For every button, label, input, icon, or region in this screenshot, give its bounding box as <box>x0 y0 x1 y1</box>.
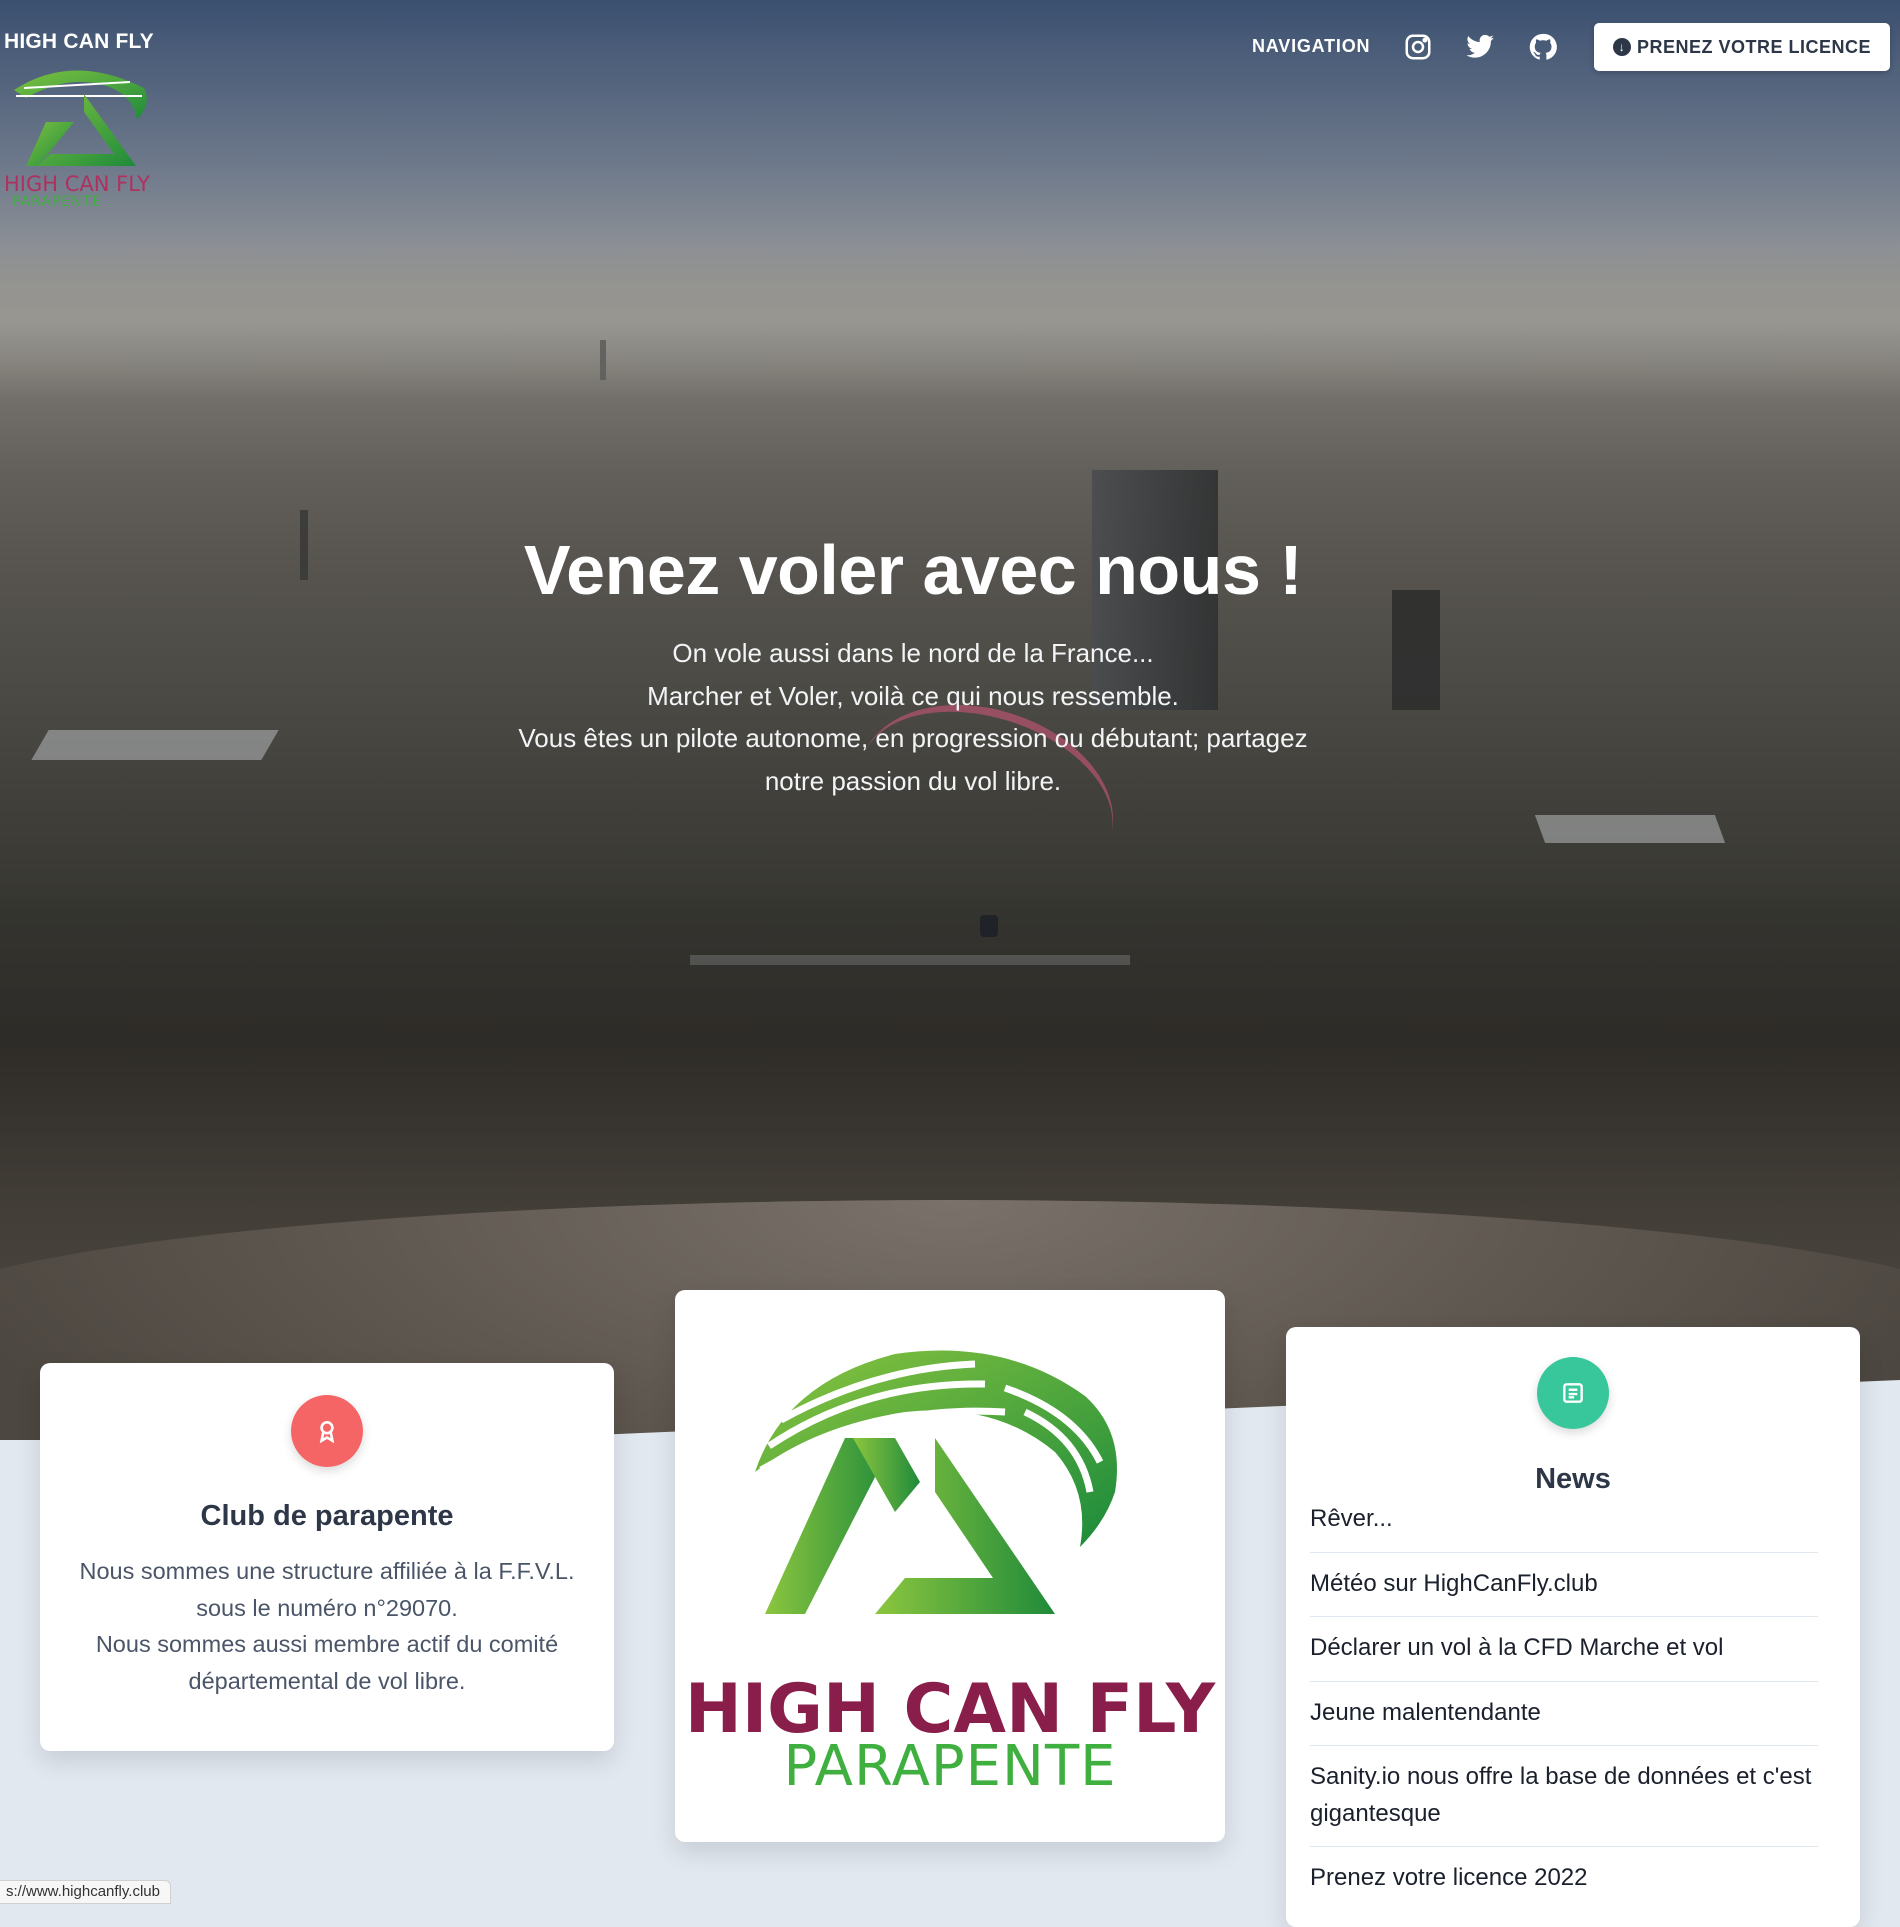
paraglider-pilot <box>980 915 998 937</box>
award-icon <box>291 1395 363 1467</box>
news-item[interactable]: Prenez votre licence 2022 <box>1310 1860 1818 1911</box>
hero-line: Marcher et Voler, voilà ce qui nous ress… <box>647 680 1179 711</box>
factory-roof <box>31 730 279 760</box>
news-item[interactable]: Sanity.io nous offre la base de données … <box>1310 1759 1818 1847</box>
club-card-line: départemental de vol libre. <box>188 1667 466 1694</box>
news-card-title: News <box>1535 1463 1611 1495</box>
news-item[interactable]: Jeune malentendante <box>1310 1695 1818 1746</box>
hero-title: Venez voler avec nous ! <box>523 531 1303 609</box>
news-item[interactable]: Déclarer un vol à la CFD Marche et vol <box>1310 1630 1818 1682</box>
club-card-line: sous le numéro n°29070. <box>196 1594 458 1621</box>
brand-name[interactable]: HIGH CAN FLY <box>4 30 154 54</box>
club-card-text: Nous sommes une structure affiliée à la … <box>60 1553 594 1699</box>
header-logo-subtitle: PARAPENTE <box>12 194 103 210</box>
instagram-icon[interactable] <box>1403 32 1433 62</box>
twitter-icon[interactable] <box>1465 32 1495 62</box>
club-card-line: Nous sommes une structure affiliée à la … <box>79 1558 575 1584</box>
hero-line: notre passion du vol libre. <box>764 765 1062 796</box>
status-bar-url: s://www.highcanfly.club <box>0 1880 171 1904</box>
hero-haze <box>0 240 1900 400</box>
factory-roof <box>1534 815 1726 843</box>
hero-line: Vous êtes un pilote autonome, en progres… <box>518 723 1308 753</box>
news-list: Rêver... Météo sur HighCanFly.club Décla… <box>1310 1501 1818 1924</box>
download-circle-icon: ↓ <box>1612 38 1631 56</box>
club-card-line: Nous sommes aussi membre actif du comité <box>95 1631 559 1657</box>
club-card: Club de parapente Nous sommes une struct… <box>40 1363 614 1751</box>
distant-chimney <box>600 340 606 380</box>
github-icon[interactable] <box>1528 32 1558 62</box>
header-logo-title: HIGH CAN FLY <box>4 172 150 196</box>
newspaper-icon <box>1537 1357 1609 1429</box>
news-item[interactable]: Météo sur HighCanFly.club <box>1310 1566 1818 1617</box>
logo-card: HIGH CAN FLY PARAPENTE <box>675 1290 1225 1842</box>
hero-line: On vole aussi dans le nord de la France.… <box>672 638 1154 668</box>
news-card: News Rêver... Météo sur HighCanFly.club … <box>1286 1327 1860 1927</box>
news-item[interactable]: Rêver... <box>1310 1501 1818 1553</box>
license-cta-label: PRENEZ VOTRE LICENCE <box>1636 36 1872 57</box>
hero-description: On vole aussi dans le nord de la France.… <box>480 632 1346 802</box>
paraglider-logo-icon <box>725 1342 1175 1642</box>
nav-navigation-link[interactable]: NAVIGATION <box>1252 36 1370 57</box>
club-card-title: Club de parapente <box>200 1500 454 1532</box>
license-cta-button[interactable]: ↓ PRENEZ VOTRE LICENCE <box>1594 23 1890 71</box>
logo-card-subtitle: PARAPENTE <box>783 1734 1117 1799</box>
